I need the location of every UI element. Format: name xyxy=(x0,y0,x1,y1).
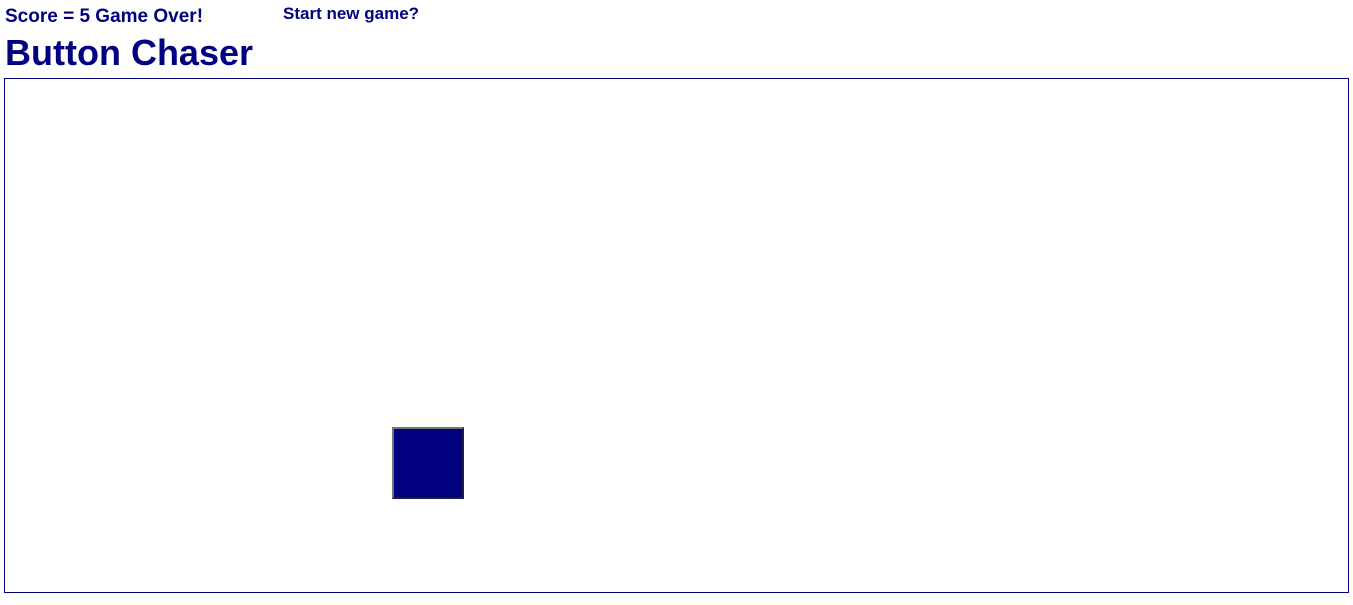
start-new-game-link[interactable]: Start new game? xyxy=(283,4,419,24)
game-arena xyxy=(4,78,1349,593)
score-text: Score = 5 Game Over! xyxy=(5,6,204,27)
status-bar: Score = 5 Game Over! Start new game? xyxy=(5,3,705,29)
chase-button[interactable] xyxy=(392,427,464,499)
page-title: Button Chaser xyxy=(5,32,254,73)
game-page: Score = 5 Game Over! Start new game? But… xyxy=(0,0,1353,605)
